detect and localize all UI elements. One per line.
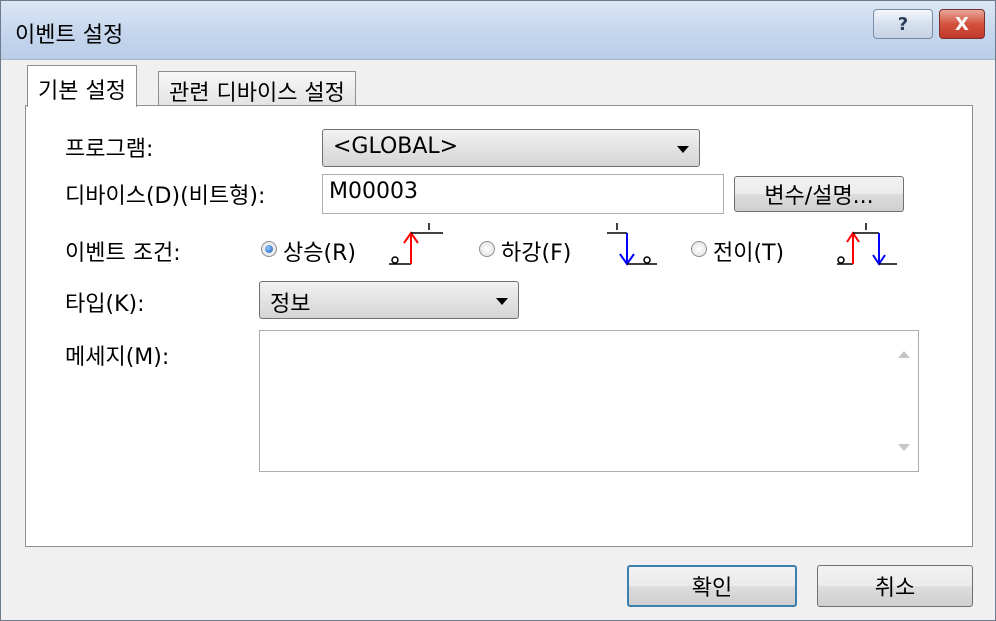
help-button[interactable]: ? [873, 9, 933, 39]
transition-edge-icon [837, 223, 897, 266]
radio-rising-label[interactable]: 상승(R) [283, 235, 356, 267]
type-select-value: 정보 [270, 292, 311, 317]
message-label: 메세지(M): [65, 345, 170, 370]
variable-description-button-label: 변수/설명... [764, 184, 874, 209]
scroll-down-icon[interactable] [898, 444, 910, 451]
radio-falling[interactable] [479, 241, 495, 257]
tab-related-device-settings[interactable]: 관련 디바이스 설정 [158, 71, 356, 106]
scroll-up-icon[interactable] [898, 351, 910, 358]
device-input[interactable]: M00003 [322, 174, 724, 214]
radio-falling-label[interactable]: 하강(F) [501, 235, 571, 267]
radio-transition[interactable] [691, 241, 707, 257]
falling-edge-icon [607, 223, 657, 266]
device-input-value: M00003 [329, 179, 418, 204]
device-label: 디바이스(D)(비트형): [65, 184, 266, 209]
message-scrollbar[interactable] [887, 331, 918, 471]
variable-description-button[interactable]: 변수/설명... [734, 176, 904, 212]
tab-basic-settings[interactable]: 기본 설정 [27, 65, 137, 107]
title-bar: 이벤트 설정 ? X [1, 1, 995, 60]
type-label: 타입(K): [65, 292, 145, 317]
cancel-button-label: 취소 [874, 576, 916, 601]
type-select[interactable]: 정보 [259, 281, 519, 319]
close-icon: X [955, 13, 969, 35]
tab-panel [25, 105, 973, 547]
program-select-value: <GLOBAL> [333, 134, 459, 159]
ok-button-label: 확인 [691, 576, 733, 601]
close-button[interactable]: X [939, 9, 985, 39]
chevron-down-icon [677, 146, 689, 153]
message-textarea[interactable] [259, 330, 919, 472]
radio-rising[interactable] [261, 241, 277, 257]
program-label: 프로그램: [65, 137, 154, 162]
event-settings-dialog: 이벤트 설정 ? X 기본 설정 관련 디바이스 설정 프로그램: <GLOBA… [0, 0, 996, 621]
window-title: 이벤트 설정 [15, 23, 124, 48]
cancel-button[interactable]: 취소 [817, 565, 973, 607]
rising-edge-icon [389, 223, 443, 265]
program-select[interactable]: <GLOBAL> [322, 129, 700, 167]
event-condition-label: 이벤트 조건: [65, 241, 181, 266]
ok-button[interactable]: 확인 [627, 565, 797, 607]
radio-transition-label[interactable]: 전이(T) [713, 235, 784, 267]
help-icon: ? [897, 13, 909, 35]
chevron-down-icon [496, 298, 508, 305]
